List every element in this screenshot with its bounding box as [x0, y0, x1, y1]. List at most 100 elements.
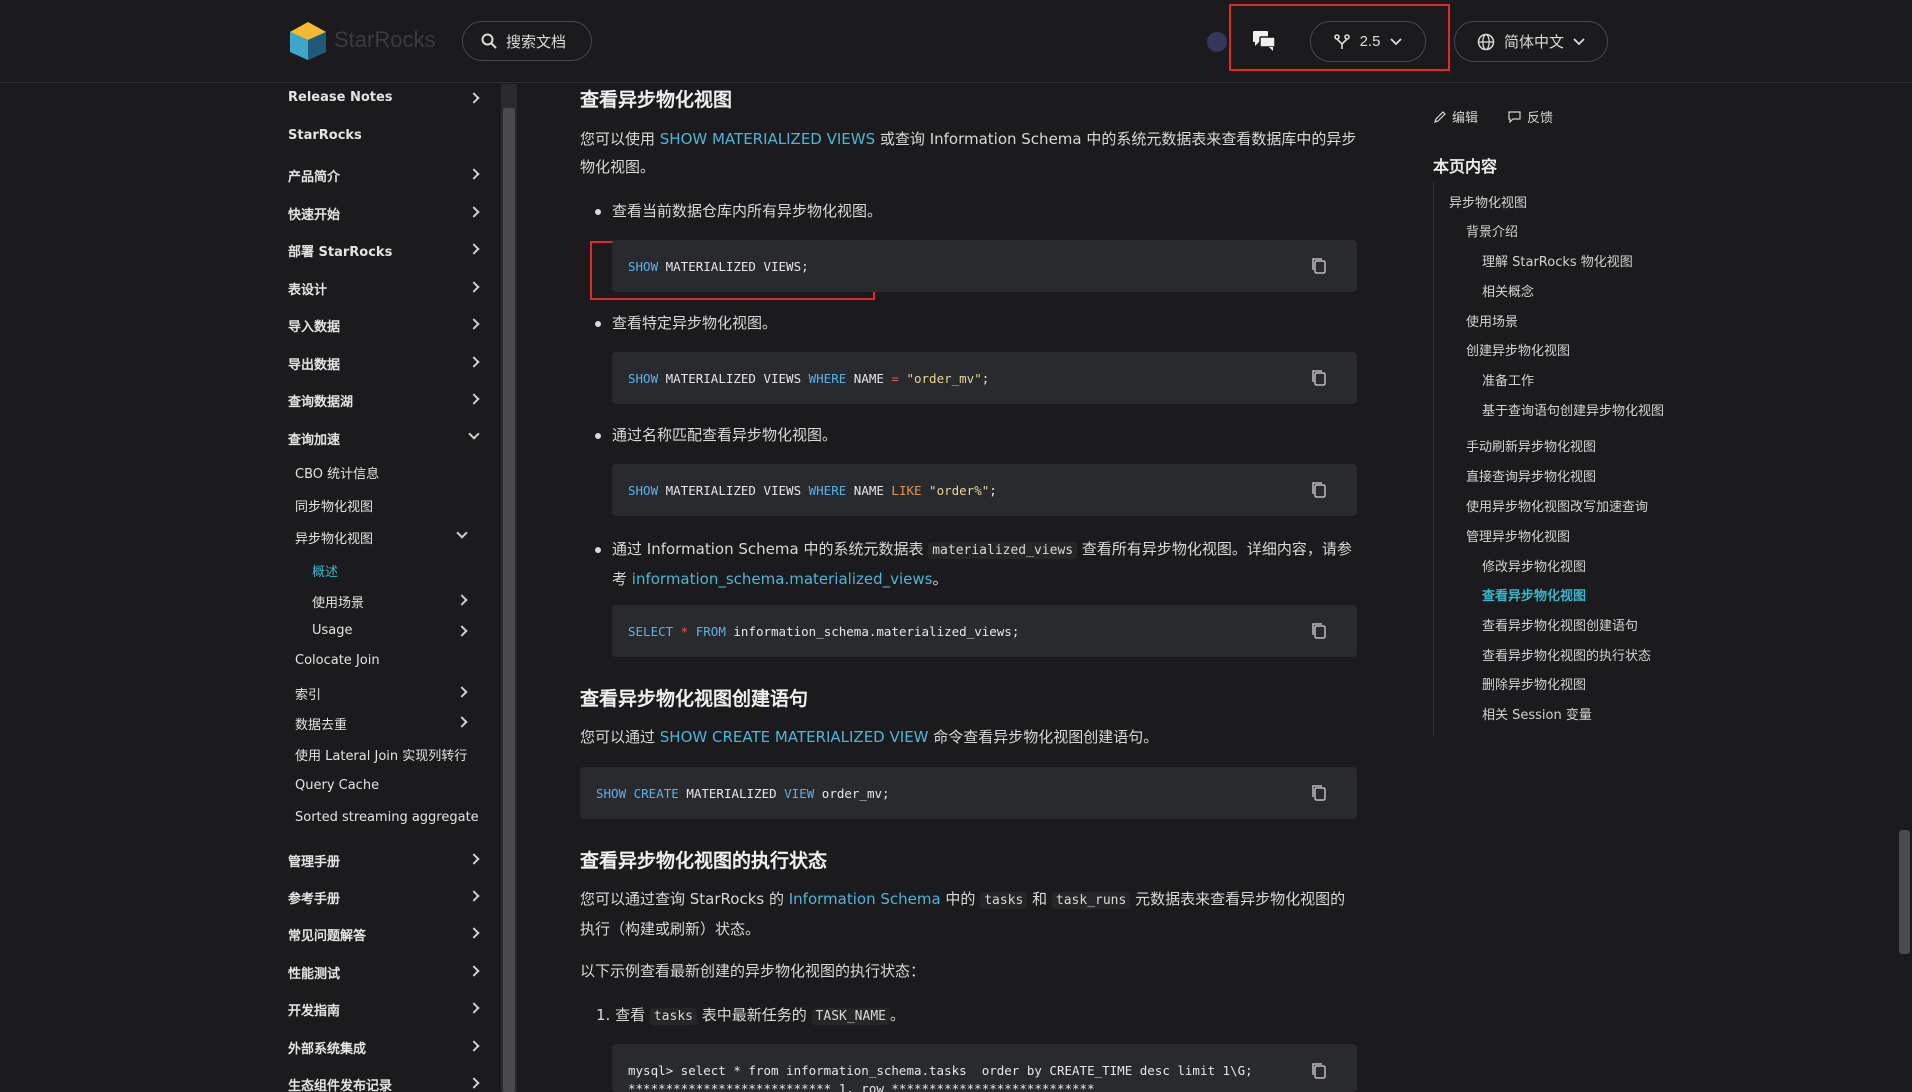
chevron-right-icon[interactable] [468, 281, 480, 293]
toc-item[interactable]: 手动刷新异步物化视图 [1466, 436, 1596, 455]
toc-item[interactable]: 异步物化视图 [1449, 192, 1527, 211]
sidebar-item[interactable]: 索引 [270, 678, 490, 706]
logo-text[interactable]: StarRocks [334, 27, 435, 53]
toc-item[interactable]: 相关 Session 变量 [1482, 704, 1592, 723]
sidebar-item[interactable]: 常见问题解答 [270, 919, 490, 947]
chevron-right-icon[interactable] [468, 853, 480, 865]
information-schema-link[interactable]: Information Schema [789, 890, 941, 908]
sidebar-item-label: 查询加速 [288, 433, 341, 448]
chevron-right-icon[interactable] [468, 393, 480, 405]
copy-icon[interactable] [1311, 622, 1327, 640]
language-label: 简体中文 [1503, 33, 1564, 51]
inline-code: tasks [649, 1008, 697, 1025]
sidebar-item[interactable]: 使用场景 [270, 586, 490, 614]
language-selector[interactable]: 简体中文 [1454, 21, 1608, 62]
code-keyword: SHOW [596, 785, 627, 801]
sidebar-item[interactable]: 导入数据 [270, 310, 490, 338]
sidebar-item-label: Sorted streaming aggregate [295, 810, 479, 825]
sidebar-item[interactable]: 外部系统集成 [270, 1032, 490, 1060]
copy-icon[interactable] [1311, 257, 1327, 275]
toc-item[interactable]: 准备工作 [1482, 370, 1534, 389]
sidebar-scrollbar-thumb[interactable] [503, 108, 515, 1092]
copy-icon[interactable] [1311, 369, 1327, 387]
chevron-down-icon[interactable] [468, 428, 480, 440]
code-keyword: SELECT [628, 623, 674, 639]
sidebar-item[interactable]: 同步物化视图 [270, 490, 490, 518]
toc-item[interactable]: 理解 StarRocks 物化视图 [1482, 251, 1633, 270]
heading-exec-status: 查看异步物化视图的执行状态 [580, 850, 828, 872]
sidebar-item[interactable]: 管理手册 [270, 845, 490, 873]
toc-item[interactable]: 背景介绍 [1466, 221, 1518, 240]
copy-icon[interactable] [1311, 481, 1327, 499]
sidebar-item[interactable]: Colocate Join [270, 647, 490, 675]
chevron-right-icon[interactable] [468, 965, 480, 977]
chevron-right-icon[interactable] [468, 1040, 480, 1052]
show-mv-link[interactable]: SHOW MATERIALIZED VIEWS [660, 130, 875, 148]
sidebar-item[interactable]: 开发指南 [270, 994, 490, 1022]
inline-code: TASK_NAME [811, 1008, 890, 1025]
sidebar-item[interactable]: CBO 统计信息 [270, 457, 490, 485]
search-icon [481, 33, 497, 49]
toc-item[interactable]: 基于查询语句创建异步物化视图 [1482, 400, 1664, 419]
toc-item[interactable]: 删除异步物化视图 [1482, 674, 1586, 693]
chevron-right-icon[interactable] [456, 686, 468, 698]
sidebar-item[interactable]: Usage [270, 617, 490, 645]
feedback-link[interactable]: 反馈 [1508, 107, 1553, 126]
sidebar-item[interactable]: 参考手册 [270, 882, 490, 910]
sidebar-item[interactable]: 性能测试 [270, 957, 490, 985]
chevron-right-icon[interactable] [468, 1077, 480, 1089]
sidebar-item[interactable]: 数据去重 [270, 708, 490, 736]
toc-item[interactable]: 查看异步物化视图创建语句 [1482, 615, 1638, 634]
chevron-down-icon[interactable] [456, 527, 468, 539]
chevron-right-icon[interactable] [468, 927, 480, 939]
copy-icon[interactable] [1311, 1062, 1327, 1080]
chevron-right-icon[interactable] [468, 890, 480, 902]
sidebar-item[interactable]: 部署 StarRocks [270, 235, 490, 263]
sidebar-item[interactable]: 使用 Lateral Join 实现列转行 [270, 739, 490, 767]
chevron-right-icon[interactable] [468, 1002, 480, 1014]
starrocks-logo-icon[interactable] [288, 20, 328, 62]
sidebar-item[interactable]: 表设计 [270, 273, 490, 301]
chevron-right-icon[interactable] [468, 243, 480, 255]
toc-item[interactable]: 直接查询异步物化视图 [1466, 466, 1596, 485]
chevron-right-icon[interactable] [468, 318, 480, 330]
information-schema-mv-link[interactable]: information_schema.materialized_views [632, 570, 933, 588]
github-icon[interactable] [1207, 32, 1227, 52]
toc-item[interactable]: 相关概念 [1482, 281, 1534, 300]
sidebar-item[interactable]: 快速开始 [270, 198, 490, 226]
sidebar-item-label: Colocate Join [295, 653, 380, 668]
toc-item[interactable]: 管理异步物化视图 [1466, 526, 1570, 545]
toc-item[interactable]: 创建异步物化视图 [1466, 340, 1570, 359]
search-button[interactable]: 搜索文档 [462, 21, 592, 61]
chevron-right-icon[interactable] [456, 625, 468, 637]
show-create-mv-link[interactable]: SHOW CREATE MATERIALIZED VIEW [660, 728, 929, 746]
chevron-right-icon[interactable] [468, 356, 480, 368]
sidebar-item[interactable]: Sorted streaming aggregate [270, 804, 490, 832]
sidebar-item[interactable]: 概述 [270, 555, 490, 583]
sidebar-item[interactable]: 产品简介 [270, 160, 490, 188]
toc-item[interactable]: 查看异步物化视图的执行状态 [1482, 645, 1651, 664]
page-scrollbar-thumb[interactable] [1899, 830, 1910, 954]
toc-item[interactable]: 查看异步物化视图 [1482, 585, 1586, 604]
toc-item[interactable]: 使用异步物化视图改写加速查询 [1466, 496, 1648, 515]
chevron-right-icon[interactable] [456, 716, 468, 728]
toc-item[interactable]: 修改异步物化视图 [1482, 556, 1586, 575]
chevron-right-icon[interactable] [468, 92, 480, 104]
sidebar-item[interactable]: Release Notes [270, 84, 490, 112]
sidebar-item[interactable]: 导出数据 [270, 348, 490, 376]
bullet [595, 321, 601, 327]
chevron-right-icon[interactable] [468, 168, 480, 180]
sidebar-item[interactable]: 查询加速 [270, 423, 490, 451]
copy-icon[interactable] [1311, 784, 1327, 802]
text: 您可以通过查询 StarRocks 的 [580, 890, 789, 908]
sidebar-item[interactable]: Query Cache [270, 772, 490, 800]
sidebar-item[interactable]: StarRocks [270, 122, 490, 150]
edit-label: 编辑 [1452, 111, 1479, 126]
sidebar-item[interactable]: 生态组件发布记录 [270, 1069, 490, 1092]
sidebar-item[interactable]: 查询数据湖 [270, 385, 490, 413]
edit-link[interactable]: 编辑 [1434, 107, 1478, 126]
toc-item[interactable]: 使用场景 [1466, 311, 1518, 330]
chevron-right-icon[interactable] [468, 206, 480, 218]
sidebar-item[interactable]: 异步物化视图 [270, 522, 490, 550]
chevron-right-icon[interactable] [456, 594, 468, 606]
